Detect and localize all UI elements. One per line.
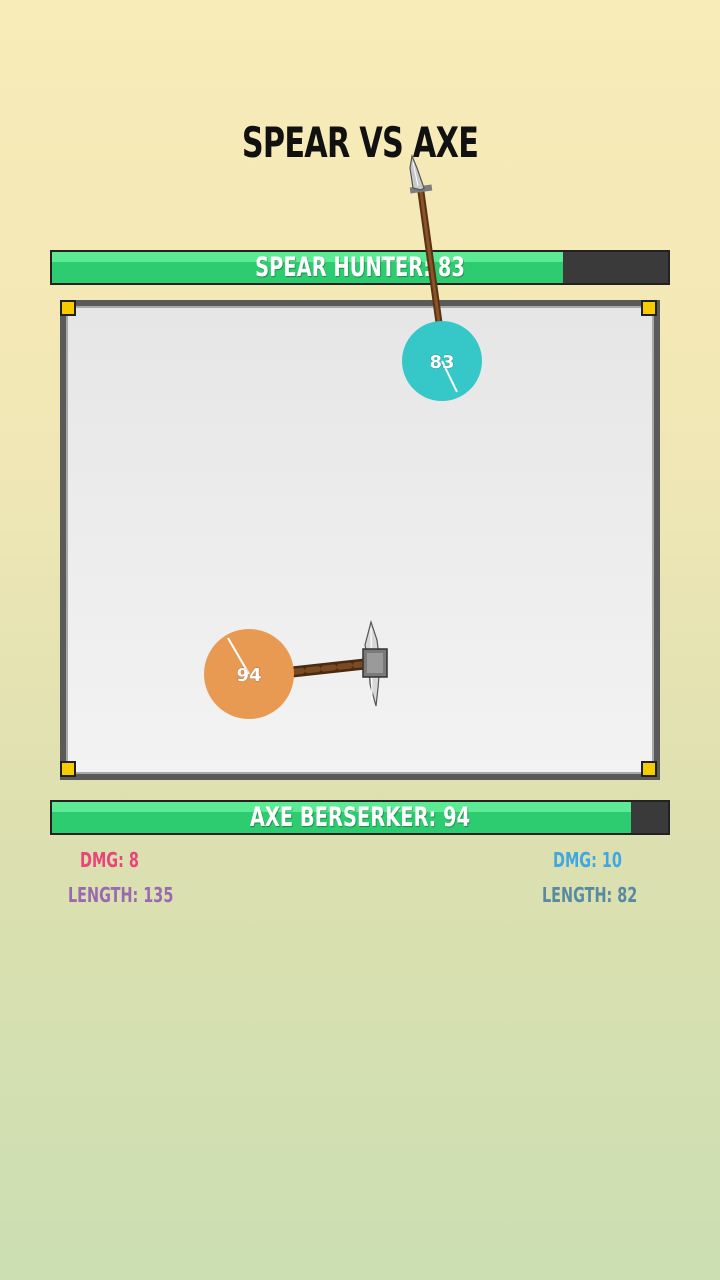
right-damage-stat: DMG: 10 [553, 848, 622, 872]
spear-hunter-health-label: SPEAR HUNTER: 83 [255, 252, 465, 283]
arena-corner-bottom-right [641, 761, 657, 777]
axe-berserker-health-bar: AXE BERSERKER: 94 [50, 800, 670, 835]
spear-hunter-health-bar: SPEAR HUNTER: 83 [50, 250, 670, 285]
left-damage-stat: DMG: 8 [80, 848, 139, 872]
battle-arena [60, 300, 660, 780]
axe-berserker-health-label: AXE BERSERKER: 94 [249, 802, 471, 833]
game-title: SPEAR VS AXE [241, 118, 479, 167]
left-length-stat: LENGTH: 135 [68, 883, 174, 907]
arena-corner-top-right [641, 300, 657, 316]
arena-corner-top-left [60, 300, 76, 316]
arena-corner-bottom-left [60, 761, 76, 777]
right-length-stat: LENGTH: 82 [542, 883, 638, 907]
